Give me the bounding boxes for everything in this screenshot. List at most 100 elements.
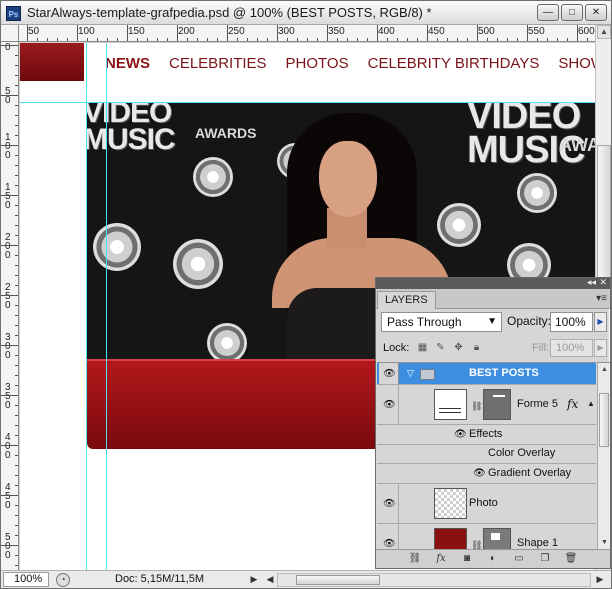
- layers-scrollbar[interactable]: ▲ ▼: [597, 362, 610, 549]
- effect-row-color-overlay[interactable]: Color Overlay: [377, 445, 596, 464]
- ruler-tick: [1, 445, 18, 446]
- ruler-label: 200: [178, 26, 195, 37]
- fill-input[interactable]: 100%: [550, 339, 593, 357]
- lock-all-icon[interactable]: 🔒︎: [470, 341, 483, 354]
- add-layer-style-icon[interactable]: fx: [434, 552, 448, 565]
- scroll-up-arrow-icon[interactable]: ▲: [599, 364, 610, 375]
- new-layer-icon[interactable]: ❐: [538, 552, 552, 565]
- effect-row-gradient-overlay[interactable]: 👁︎ Gradient Overlay: [377, 464, 596, 484]
- collapse-panel-icon[interactable]: ◂◂: [587, 277, 596, 288]
- ruler-tick: [307, 38, 308, 41]
- ruler-origin[interactable]: [1, 25, 19, 42]
- stage-light: [93, 223, 141, 271]
- ruler-tick: [15, 175, 18, 176]
- panel-header[interactable]: ◂◂ ✕: [376, 277, 610, 289]
- ruler-tick: [327, 25, 328, 41]
- ruler-tick: [587, 38, 588, 41]
- visibility-toggle[interactable]: 👁︎: [379, 484, 399, 523]
- scroll-up-arrow-icon[interactable]: ▲: [597, 25, 611, 39]
- ruler-tick: [447, 38, 448, 41]
- layers-scroll-thumb[interactable]: [599, 393, 609, 447]
- horizontal-scrollbar[interactable]: [277, 573, 591, 587]
- guide-line-horizontal[interactable]: [20, 102, 595, 103]
- visibility-toggle: [379, 464, 399, 483]
- ruler-tick: [547, 38, 548, 41]
- lock-position-icon[interactable]: ✥: [452, 341, 465, 354]
- ruler-label: 400: [378, 26, 395, 37]
- effects-row[interactable]: 👁︎ Effects: [377, 425, 596, 445]
- ruler-tick: [517, 38, 518, 41]
- ruler-label: 150: [5, 182, 11, 211]
- chevron-down-icon[interactable]: ▽: [407, 368, 414, 379]
- trash-icon[interactable]: 🗑︎: [564, 552, 578, 565]
- ruler-tick: [147, 38, 148, 41]
- scroll-left-arrow-icon[interactable]: ◀: [263, 572, 277, 587]
- panel-menu-icon[interactable]: ▾≡: [596, 293, 607, 304]
- adjustment-layer-icon[interactable]: ◐: [486, 552, 500, 565]
- visibility-toggle[interactable]: 👁︎: [379, 385, 399, 424]
- layer-row-photo[interactable]: 👁︎ Photo: [377, 484, 596, 524]
- ruler-tick: [1, 145, 18, 146]
- ruler-tick: [1, 195, 18, 196]
- ruler-tick: [15, 355, 18, 356]
- layer-row-best-posts[interactable]: 👁︎ ▽ BEST POSTS: [377, 363, 596, 385]
- close-button[interactable]: ✕: [585, 4, 607, 21]
- guide-line-vertical[interactable]: [86, 43, 87, 570]
- visibility-toggle: [379, 445, 399, 463]
- eye-icon: 👁︎: [383, 498, 396, 509]
- status-menu-arrow-icon[interactable]: ▶: [247, 572, 261, 587]
- maximize-button[interactable]: □: [561, 4, 583, 21]
- chevron-down-icon: ▼: [487, 316, 497, 327]
- photoshop-icon: Ps: [6, 6, 21, 21]
- tab-layers[interactable]: LAYERS: [377, 291, 436, 309]
- fill-slider-arrow-icon[interactable]: ▶: [594, 339, 607, 357]
- vertical-scroll-thumb[interactable]: [597, 145, 611, 295]
- layer-row-forme-5[interactable]: 👁︎ ⛓ Forme 5 fx ▲: [377, 385, 596, 425]
- eye-icon[interactable]: 👁︎: [473, 468, 486, 479]
- visibility-toggle[interactable]: 👁︎: [379, 524, 399, 549]
- zoom-field[interactable]: 100%: [3, 572, 49, 587]
- fx-icon[interactable]: fx: [567, 397, 578, 411]
- ruler-tick: [15, 215, 18, 216]
- scroll-down-arrow-icon[interactable]: ▼: [599, 537, 610, 548]
- link-chain-icon[interactable]: ⛓: [471, 401, 482, 412]
- layers-panel-footer: ⛓ fx ◙ ◐ ▭ ❐ 🗑︎: [376, 549, 610, 568]
- ruler-label: 300: [278, 26, 295, 37]
- chevron-up-icon[interactable]: ▲: [587, 399, 595, 408]
- stage-light: [207, 323, 247, 359]
- ruler-label: 450: [428, 26, 445, 37]
- blend-mode-select[interactable]: Pass Through ▼: [381, 312, 502, 332]
- ruler-tick: [15, 385, 18, 386]
- lock-image-pixels-icon[interactable]: ✎: [434, 341, 447, 354]
- ruler-label: 450: [5, 482, 11, 511]
- visibility-toggle[interactable]: 👁︎: [379, 363, 399, 384]
- vertical-ruler[interactable]: 0 50 100 150 200 250 300 350 400 450 500: [1, 42, 19, 570]
- link-chain-icon[interactable]: ⛓: [471, 540, 482, 549]
- ruler-tick: [15, 435, 18, 436]
- eye-icon[interactable]: 👁︎: [454, 429, 467, 440]
- ruler-tick: [457, 38, 458, 41]
- ruler-tick: [477, 25, 478, 41]
- minimize-button[interactable]: —: [537, 4, 559, 21]
- guide-line-vertical[interactable]: [106, 43, 107, 570]
- ruler-tick: [417, 38, 418, 41]
- scroll-right-arrow-icon[interactable]: ▶: [593, 572, 607, 587]
- panel-tabbar: LAYERS ▾≡: [376, 289, 610, 309]
- opacity-slider-arrow-icon[interactable]: ▶: [594, 312, 607, 332]
- ruler-tick: [15, 285, 18, 286]
- horizontal-scroll-thumb[interactable]: [296, 575, 380, 585]
- add-mask-icon[interactable]: ◙: [460, 552, 474, 565]
- horizontal-ruler[interactable]: 50 100 150 200 250 300 350 400 450 500 5…: [19, 25, 595, 42]
- ruler-tick: [15, 325, 18, 326]
- opacity-input[interactable]: 100%: [550, 312, 593, 332]
- close-panel-icon[interactable]: ✕: [599, 277, 607, 288]
- lock-transparent-pixels-icon[interactable]: ▦: [416, 341, 429, 354]
- title-bar[interactable]: Ps StarAlways-template-grafpedia.psd @ 1…: [1, 1, 611, 25]
- layer-row-shape-1[interactable]: 👁︎ ⛓ Shape 1: [377, 524, 596, 549]
- ruler-tick: [1, 545, 18, 546]
- document-title: StarAlways-template-grafpedia.psd @ 100%…: [27, 5, 432, 20]
- link-layers-icon[interactable]: ⛓: [408, 552, 422, 565]
- document-info-icon[interactable]: ◔: [56, 573, 70, 587]
- ruler-tick: [177, 25, 178, 41]
- new-group-icon[interactable]: ▭: [512, 552, 526, 565]
